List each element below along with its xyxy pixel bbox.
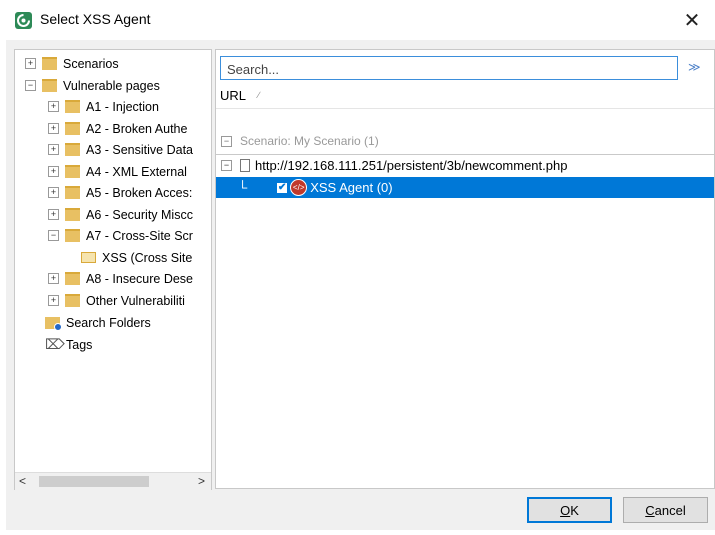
tree-item-label: A2 - Broken Authe: [86, 121, 188, 136]
ok-button[interactable]: OK: [527, 497, 612, 523]
tree-item-other[interactable]: + Other Vulnerabiliti: [48, 290, 185, 311]
page-icon: [240, 159, 250, 172]
cancel-label: ancel: [654, 502, 686, 518]
tree-item-a6[interactable]: + A6 - Security Miscc: [48, 204, 193, 225]
expand-icon[interactable]: +: [48, 144, 59, 155]
search-field[interactable]: [220, 56, 678, 80]
collapse-icon[interactable]: −: [48, 230, 59, 241]
folder-tree[interactable]: + Scenarios − Vulnerable pages + A1 - In…: [14, 49, 212, 491]
agent-row-selected[interactable]: └ ✔ </> XSS Agent (0): [216, 177, 714, 198]
scroll-thumb[interactable]: [39, 476, 149, 487]
agent-label: XSS Agent (0): [310, 180, 393, 195]
tree-item-label: A6 - Security Miscc: [86, 207, 193, 222]
open-folder-icon: [81, 252, 96, 263]
scenario-group-row[interactable]: − Scenario: My Scenario (1): [216, 130, 714, 152]
expand-icon[interactable]: +: [48, 123, 59, 134]
column-header: URL ∕: [216, 84, 714, 109]
tree-item-label: A7 - Cross-Site Scr: [86, 228, 193, 243]
ok-mnemonic: O: [560, 502, 571, 518]
folder-icon: [65, 122, 80, 135]
folder-icon: [65, 186, 80, 199]
tree-item-vulnerable-pages[interactable]: − Vulnerable pages: [25, 75, 160, 96]
close-button[interactable]: ✕: [669, 0, 715, 40]
collapse-icon[interactable]: −: [25, 80, 36, 91]
agent-list-panel: ≫ URL ∕ − Scenario: My Scenario (1) − ht…: [215, 49, 715, 489]
expand-icon[interactable]: +: [25, 58, 36, 69]
tree-item-tags[interactable]: ⌦ Tags: [45, 334, 92, 355]
tree-item-scenarios[interactable]: + Scenarios: [25, 53, 119, 74]
agent-checkbox[interactable]: ✔: [277, 182, 288, 193]
close-icon: ✕: [683, 9, 701, 32]
folder-icon: [65, 165, 80, 178]
cancel-button[interactable]: Cancel: [623, 497, 708, 523]
expand-icon[interactable]: +: [48, 187, 59, 198]
collapse-icon[interactable]: −: [221, 135, 232, 147]
folder-icon: [65, 272, 80, 285]
search-folder-icon: [45, 316, 62, 331]
url-row[interactable]: − http://192.168.111.251/persistent/3b/n…: [216, 154, 714, 176]
expand-icon[interactable]: +: [48, 209, 59, 220]
group-label: Scenario: My Scenario (1): [240, 134, 379, 148]
window-title: Select XSS Agent: [40, 11, 151, 27]
tree-item-label: A1 - Injection: [86, 99, 159, 114]
horizontal-scrollbar[interactable]: < >: [15, 472, 211, 490]
app-logo-icon: [15, 12, 32, 29]
tree-item-a1[interactable]: + A1 - Injection: [48, 96, 159, 117]
expand-icon[interactable]: +: [48, 273, 59, 284]
tree-item-label: Other Vulnerabiliti: [86, 293, 185, 308]
tree-item-label: Search Folders: [66, 315, 151, 330]
tree-item-xss[interactable]: XSS (Cross Site: [81, 247, 192, 268]
tree-item-label: A3 - Sensitive Data: [86, 142, 193, 157]
tree-item-label: A4 - XML External: [86, 164, 187, 179]
folder-icon: [65, 100, 80, 113]
search-input[interactable]: [225, 58, 669, 80]
folder-icon: [42, 57, 57, 70]
tree-item-a4[interactable]: + A4 - XML External: [48, 161, 187, 182]
ok-label: K: [570, 502, 579, 518]
title-bar: Select XSS Agent ✕: [0, 0, 715, 40]
scroll-left-icon[interactable]: <: [19, 474, 26, 488]
tag-icon: ⌦: [45, 336, 65, 352]
tree-branch-icon: └: [238, 180, 248, 195]
column-url[interactable]: URL: [220, 88, 246, 103]
collapse-icon[interactable]: −: [221, 160, 232, 171]
cancel-mnemonic: C: [645, 502, 655, 518]
scroll-right-icon[interactable]: >: [198, 474, 205, 488]
tree-item-label: A8 - Insecure Dese: [86, 271, 193, 286]
expand-icon[interactable]: +: [48, 166, 59, 177]
sort-icon: ∕: [258, 90, 260, 100]
folder-icon: [65, 294, 80, 307]
tree-item-label: XSS (Cross Site: [102, 250, 193, 265]
tree-item-a7[interactable]: − A7 - Cross-Site Scr: [48, 225, 193, 246]
tree-item-label: Tags: [66, 337, 93, 352]
tree-item-a8[interactable]: + A8 - Insecure Dese: [48, 268, 193, 289]
folder-icon: [65, 143, 80, 156]
tree-item-a5[interactable]: + A5 - Broken Acces:: [48, 182, 192, 203]
tree-item-label: Vulnerable pages: [63, 78, 160, 93]
tree-item-search-folders[interactable]: Search Folders: [45, 312, 151, 333]
folder-icon: [65, 229, 80, 242]
expand-icon[interactable]: +: [48, 295, 59, 306]
tree-item-label: A5 - Broken Acces:: [86, 185, 193, 200]
folder-icon: [65, 208, 80, 221]
xss-agent-icon: </>: [290, 179, 308, 196]
expand-icon[interactable]: +: [48, 101, 59, 112]
folder-icon: [42, 79, 57, 92]
tree-item-a2[interactable]: + A2 - Broken Authe: [48, 118, 187, 139]
tree-item-label: Scenarios: [63, 56, 119, 71]
tree-item-a3[interactable]: + A3 - Sensitive Data: [48, 139, 193, 160]
url-label: http://192.168.111.251/persistent/3b/new…: [255, 158, 568, 173]
expand-search-icon[interactable]: ≫: [688, 60, 701, 74]
